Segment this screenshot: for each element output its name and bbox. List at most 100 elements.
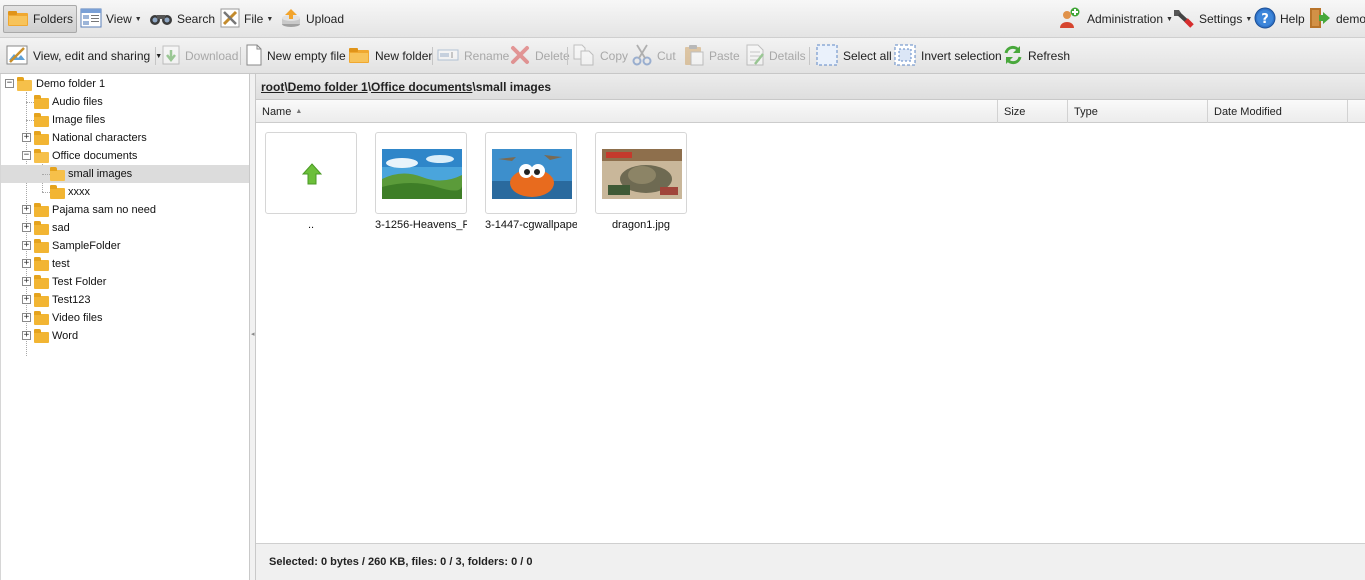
tree-item-label: Office documents <box>52 150 138 162</box>
administration-label: Administration <box>1087 12 1164 26</box>
collapse-icon[interactable]: − <box>22 151 31 160</box>
file-name: dragon1.jpg <box>611 219 671 231</box>
file-tile-cgwallpaper[interactable] <box>485 132 577 214</box>
expand-icon[interactable]: + <box>22 133 31 142</box>
invert-selection-label: Invert selection <box>921 49 1002 63</box>
expand-icon[interactable]: + <box>22 313 31 322</box>
tree-item-test-folder[interactable]: + Test Folder <box>1 273 249 291</box>
help-icon: ? <box>1254 7 1276 32</box>
administration-menu-button[interactable]: Administration ▼ <box>1055 5 1177 33</box>
file-tools-icon <box>220 8 240 31</box>
collapse-left-icon[interactable]: ◂ <box>251 330 255 338</box>
tree-item-image-files[interactable]: Image files <box>1 111 249 129</box>
invert-selection-icon <box>894 44 916 69</box>
breadcrumb-demo-folder-1[interactable]: Demo folder 1 <box>288 80 368 94</box>
view-edit-sharing-button[interactable]: View, edit and sharing ▼ <box>6 42 162 70</box>
tree-guide-line <box>26 102 34 103</box>
help-button[interactable]: ? Help <box>1250 5 1309 33</box>
breadcrumb-root[interactable]: root <box>261 80 284 94</box>
search-button[interactable]: Search <box>145 5 219 33</box>
folder-icon <box>34 131 49 145</box>
settings-menu-button[interactable]: Settings ▼ <box>1167 5 1256 33</box>
file-name: 3-1447-cgwallpape <box>485 219 577 231</box>
tree-item-pajama-sam[interactable]: + Pajama sam no need <box>1 201 249 219</box>
file-list-header: Name ▲ Size Type Date Modified <box>256 100 1365 123</box>
new-file-icon <box>246 44 262 69</box>
new-empty-file-button[interactable]: New empty file <box>246 42 346 70</box>
tree-guide-line <box>26 120 34 121</box>
breadcrumb-office-documents[interactable]: Office documents <box>371 80 472 94</box>
new-folder-button[interactable]: New folder <box>348 42 432 70</box>
dragon-poster-thumbnail <box>602 149 682 199</box>
refresh-icon <box>1003 45 1023 68</box>
tree-item-label: SampleFolder <box>52 240 121 252</box>
cut-button[interactable]: Cut <box>632 42 676 70</box>
search-label: Search <box>177 12 216 26</box>
tree-item-audio-files[interactable]: Audio files <box>1 93 249 111</box>
scissors-icon <box>632 44 652 69</box>
expand-icon[interactable]: + <box>22 205 31 214</box>
expand-icon[interactable]: + <box>22 295 31 304</box>
collapse-icon[interactable]: − <box>5 79 14 88</box>
folder-icon <box>34 257 49 271</box>
tree-item-label: Demo folder 1 <box>36 78 106 90</box>
details-button[interactable]: Details <box>746 42 806 70</box>
delete-button[interactable]: Delete <box>510 42 570 70</box>
file-menu-button[interactable]: File ▼ <box>216 5 277 33</box>
tree-item-label: small images <box>68 168 133 180</box>
tree-item-small-images[interactable]: small images <box>1 165 249 183</box>
tree-item-label: National characters <box>52 132 147 144</box>
tree-item-test123[interactable]: + Test123 <box>1 291 249 309</box>
tree-item-test[interactable]: + test <box>1 255 249 273</box>
column-name[interactable]: Name ▲ <box>256 100 998 123</box>
folders-button[interactable]: Folders <box>3 5 78 33</box>
column-date-modified[interactable]: Date Modified <box>1208 100 1348 123</box>
file-tile-heavens[interactable] <box>375 132 467 214</box>
expand-icon[interactable]: + <box>22 277 31 286</box>
tree-item-national-characters[interactable]: + National characters <box>1 129 249 147</box>
tree-item-label: Audio files <box>52 96 103 108</box>
toolbar-separator <box>432 47 433 65</box>
folder-icon <box>34 203 49 217</box>
tree-item-xxxx[interactable]: xxxx <box>1 183 249 201</box>
copy-button[interactable]: Copy <box>573 42 628 70</box>
expand-icon[interactable]: + <box>22 259 31 268</box>
column-label: Size <box>1004 105 1026 118</box>
download-button[interactable]: Download <box>162 42 238 70</box>
refresh-button[interactable]: Refresh <box>1003 42 1070 70</box>
tree-item-office-documents[interactable]: − Office documents <box>1 147 249 165</box>
paste-button[interactable]: Paste <box>684 42 740 70</box>
tree-item-label: test <box>52 258 70 270</box>
expand-icon[interactable]: + <box>22 223 31 232</box>
tree-item-label: Video files <box>52 312 103 324</box>
chevron-down-icon: ▼ <box>266 15 274 23</box>
file-tile-parent[interactable] <box>265 132 357 214</box>
breadcrumb: root \ Demo folder 1 \ Office documents … <box>256 74 1365 100</box>
rename-button[interactable]: Rename <box>437 42 509 70</box>
folder-icon <box>34 221 49 235</box>
details-icon <box>746 44 764 69</box>
download-icon <box>162 45 180 68</box>
invert-selection-button[interactable]: Invert selection <box>894 42 1002 70</box>
folder-open-icon <box>50 167 65 181</box>
svg-text:?: ? <box>1261 12 1269 27</box>
tree-item-word[interactable]: + Word <box>1 327 249 345</box>
tree-item-samplefolder[interactable]: + SampleFolder <box>1 237 249 255</box>
expand-icon[interactable]: + <box>22 241 31 250</box>
status-text: Selected: 0 bytes / 260 KB, files: 0 / 3… <box>269 556 533 568</box>
tree-item-video-files[interactable]: + Video files <box>1 309 249 327</box>
paste-label: Paste <box>709 49 740 63</box>
tree-item-demo-folder-1[interactable]: − Demo folder 1 <box>1 75 249 93</box>
file-tile-dragon[interactable] <box>595 132 687 214</box>
view-menu-button[interactable]: View ▼ <box>76 5 146 33</box>
upload-button[interactable]: Upload <box>276 5 348 33</box>
column-size[interactable]: Size <box>998 100 1068 123</box>
logout-button[interactable]: demo <box>1304 5 1365 33</box>
tree-item-sad[interactable]: + sad <box>1 219 249 237</box>
copy-icon <box>573 44 595 69</box>
select-all-button[interactable]: Select all <box>816 42 892 70</box>
expand-icon[interactable]: + <box>22 331 31 340</box>
username-label: demo <box>1336 12 1365 26</box>
settings-label: Settings <box>1199 12 1243 26</box>
column-type[interactable]: Type <box>1068 100 1208 123</box>
